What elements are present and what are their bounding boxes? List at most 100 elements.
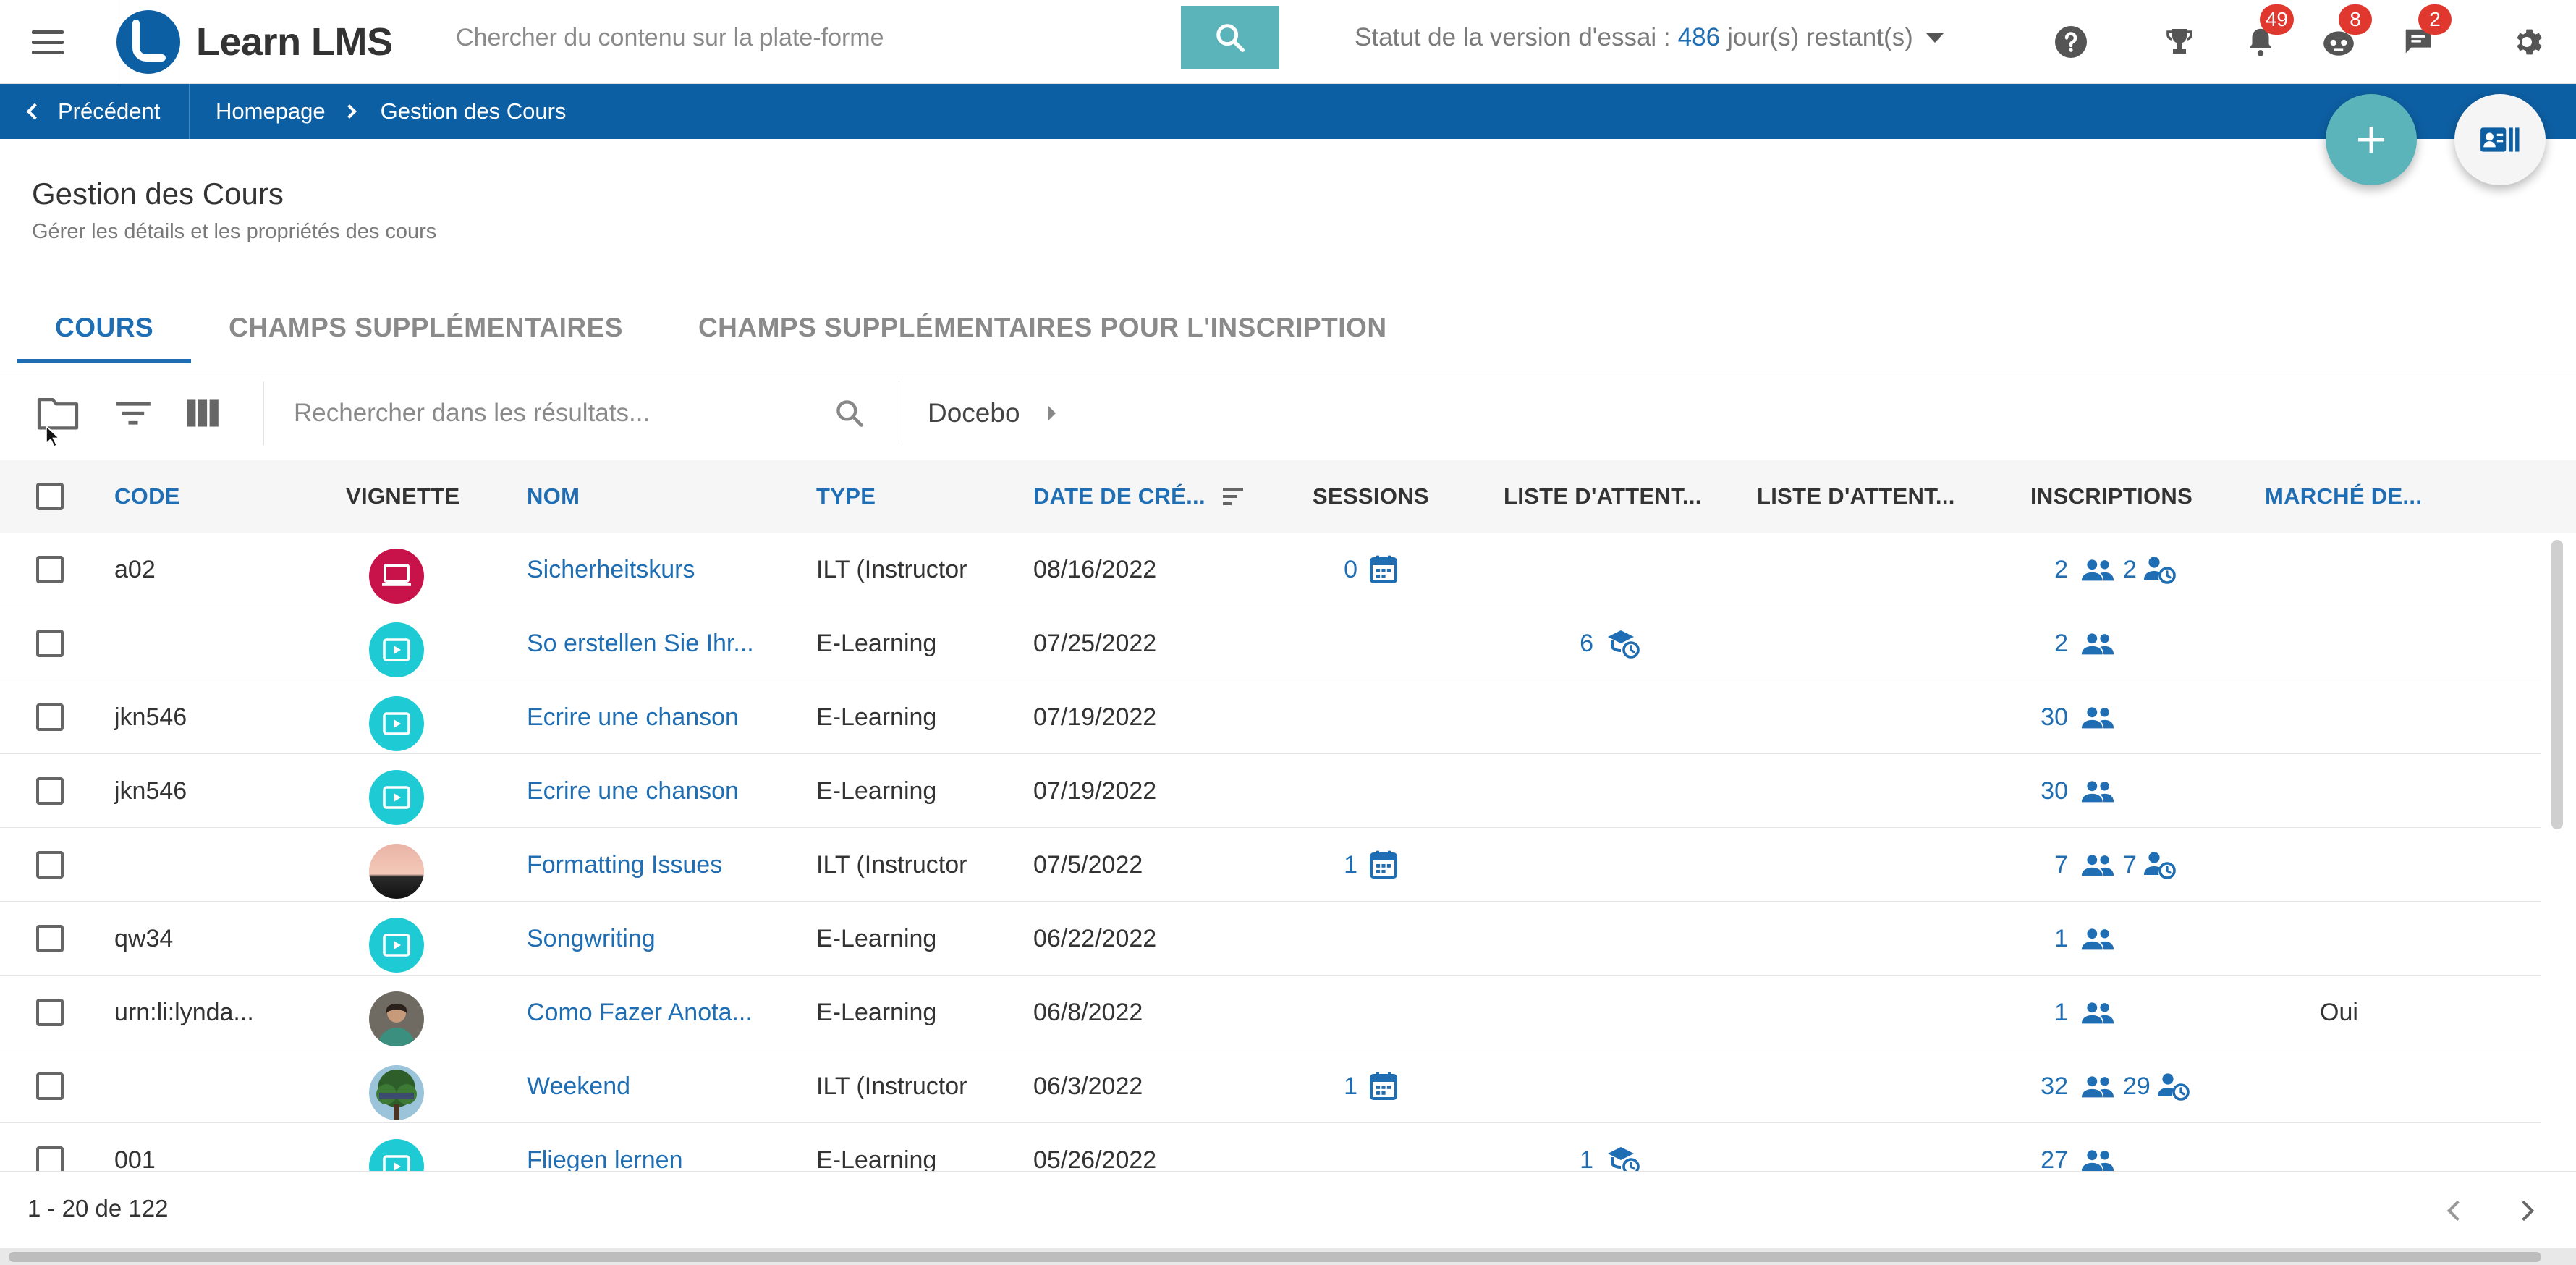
enrollments-count: 32	[2041, 1072, 2068, 1100]
course-thumbnail[interactable]	[369, 1139, 424, 1171]
trial-status[interactable]: Statut de la version d'essai : 486 jour(…	[1355, 20, 1944, 55]
column-header-waitlist-1[interactable]: LISTE D'ATTENT...	[1504, 460, 1702, 533]
app-logo[interactable]: Learn LMS	[116, 0, 393, 84]
enrollments-cell[interactable]: 77	[1983, 828, 2229, 902]
bell-icon[interactable]: 49	[2239, 4, 2294, 64]
column-header-sessions[interactable]: SESSIONS	[1313, 460, 1429, 533]
table-row[interactable]: Weekend ILT (Instructor 06/3/2022 1 32 29	[0, 1049, 2541, 1123]
enrollments-cell[interactable]: 27	[1983, 1123, 2229, 1171]
course-thumbnail[interactable]	[369, 696, 424, 751]
row-checkbox[interactable]	[36, 851, 64, 879]
column-header-date[interactable]: DATE DE CRÉ...	[1033, 460, 1245, 533]
horizontal-scrollbar[interactable]	[0, 1248, 2576, 1265]
page-title: Gestion des Cours	[32, 177, 284, 211]
row-checkbox[interactable]	[36, 777, 64, 805]
bot-icon[interactable]: 8	[2317, 4, 2372, 64]
column-header-code[interactable]: CODE	[114, 460, 180, 533]
course-thumbnail[interactable]	[369, 844, 424, 899]
waitlist-icon	[1605, 628, 1640, 659]
results-search-input[interactable]	[265, 384, 815, 442]
vertical-scrollbar[interactable]	[2541, 533, 2576, 1171]
tab-enrollment-fields[interactable]: CHAMPS SUPPLÉMENTAIRES POUR L'INSCRIPTIO…	[661, 292, 1425, 363]
course-name-link[interactable]: Formatting Issues	[527, 828, 722, 902]
chat-icon[interactable]: 2	[2397, 4, 2452, 64]
row-checkbox[interactable]	[36, 999, 64, 1026]
row-checkbox[interactable]	[36, 556, 64, 583]
breadcrumb-item-homepage[interactable]: Homepage	[216, 98, 326, 124]
table-row[interactable]: urn:li:lynda... Como Fazer Anota... E-Lear…	[0, 976, 2541, 1049]
waitlist-icon	[1605, 1145, 1640, 1171]
tab-additional-fields[interactable]: CHAMPS SUPPLÉMENTAIRES	[191, 292, 661, 363]
sort-icon[interactable]	[1221, 486, 1245, 507]
sessions-cell[interactable]: 1	[1288, 828, 1433, 902]
select-all-checkbox[interactable]	[36, 483, 64, 510]
waitlist-cell[interactable]: 6	[1520, 606, 1693, 680]
folder-breadcrumb[interactable]: Docebo	[928, 392, 1056, 435]
course-thumbnail[interactable]	[369, 918, 424, 973]
enrollments-cell[interactable]: 30	[1983, 754, 2229, 828]
help-icon[interactable]	[2049, 20, 2093, 64]
table-row[interactable]: Formatting Issues ILT (Instructor 07/5/202…	[0, 828, 2541, 902]
sessions-cell[interactable]: 0	[1288, 533, 1433, 606]
column-header-marketplace[interactable]: MARCHÉ DE...	[2265, 460, 2422, 533]
course-name-link[interactable]: So erstellen Sie Ihr...	[527, 606, 754, 680]
course-name-link[interactable]: Ecrire une chanson	[527, 680, 739, 754]
course-thumbnail[interactable]	[369, 622, 424, 677]
trophy-icon[interactable]	[2158, 20, 2201, 64]
course-thumbnail[interactable]	[369, 770, 424, 825]
course-name-link[interactable]: Fliegen lernen	[527, 1123, 682, 1172]
gear-icon[interactable]	[2505, 20, 2549, 64]
column-header-type[interactable]: TYPE	[816, 460, 876, 533]
course-thumbnail[interactable]	[369, 549, 424, 604]
table-row[interactable]: jkn546 Ecrire une chanson E-Learning 07/19/…	[0, 754, 2541, 828]
menu-icon[interactable]	[32, 22, 72, 62]
global-search-input[interactable]	[428, 6, 1181, 69]
row-checkbox[interactable]	[36, 630, 64, 657]
table-body: a02 Sicherheitskurs ILT (Instructor 08/16/2…	[0, 533, 2541, 1171]
table-row[interactable]: jkn546 Ecrire une chanson E-Learning 07/19/…	[0, 680, 2541, 754]
row-checkbox[interactable]	[36, 1072, 64, 1100]
enrollments-cell[interactable]: 32 29	[1983, 1049, 2229, 1123]
course-name-link[interactable]: Songwriting	[527, 902, 656, 976]
course-name-link[interactable]: Como Fazer Anota...	[527, 976, 753, 1049]
column-header-waitlist-2[interactable]: LISTE D'ATTENT...	[1757, 460, 1955, 533]
row-checkbox[interactable]	[36, 1146, 64, 1171]
sessions-count: 1	[1344, 1072, 1357, 1100]
next-page-button[interactable]	[2509, 1196, 2538, 1225]
waitlist-cell[interactable]: 1	[1520, 1123, 1693, 1171]
course-name-link[interactable]: Sicherheitskurs	[527, 533, 695, 606]
previous-page-button[interactable]	[2443, 1196, 2472, 1225]
table-row[interactable]: So erstellen Sie Ihr... E-Learning 07/25/2…	[0, 606, 2541, 680]
enrollments-cell[interactable]: 30	[1983, 680, 2229, 754]
enrollments-cell[interactable]: 1	[1983, 902, 2229, 976]
course-code: qw34	[114, 924, 174, 952]
back-label: Précédent	[58, 98, 161, 124]
enrollments-cell[interactable]: 1	[1983, 976, 2229, 1049]
course-name-link[interactable]: Ecrire une chanson	[527, 754, 739, 828]
row-checkbox[interactable]	[36, 703, 64, 731]
catalog-view-button[interactable]	[2454, 94, 2546, 185]
course-thumbnail[interactable]	[369, 1065, 424, 1120]
course-type: E-Learning	[816, 629, 937, 657]
course-thumbnail[interactable]	[369, 991, 424, 1046]
column-header-name[interactable]: NOM	[527, 460, 580, 533]
table-row[interactable]: a02 Sicherheitskurs ILT (Instructor 08/16/2…	[0, 533, 2541, 606]
tab-courses[interactable]: COURS	[17, 292, 192, 363]
filter-icon[interactable]	[110, 392, 156, 435]
back-button[interactable]: Précédent	[0, 84, 190, 139]
column-header-enrollments[interactable]: INSCRIPTIONS	[2030, 460, 2192, 533]
course-name-link[interactable]: Weekend	[527, 1049, 630, 1123]
add-course-button[interactable]	[2326, 94, 2417, 185]
enrollments-cell[interactable]: 2	[1983, 606, 2229, 680]
row-checkbox[interactable]	[36, 925, 64, 952]
enrollments-count: 7	[2054, 850, 2068, 879]
sessions-cell[interactable]: 1	[1288, 1049, 1433, 1123]
scrollbar-thumb[interactable]	[2551, 540, 2563, 829]
global-search-button[interactable]	[1181, 6, 1279, 69]
table-row[interactable]: 001 Fliegen lernen E-Learning 05/26/2022 1 27	[0, 1123, 2541, 1171]
enrollments-cell[interactable]: 22	[1983, 533, 2229, 606]
scrollbar-thumb[interactable]	[9, 1252, 2541, 1262]
table-row[interactable]: qw34 Songwriting E-Learning 06/22/2022 1	[0, 902, 2541, 976]
columns-icon[interactable]	[179, 392, 226, 435]
notifications-badge: 49	[2259, 4, 2294, 35]
